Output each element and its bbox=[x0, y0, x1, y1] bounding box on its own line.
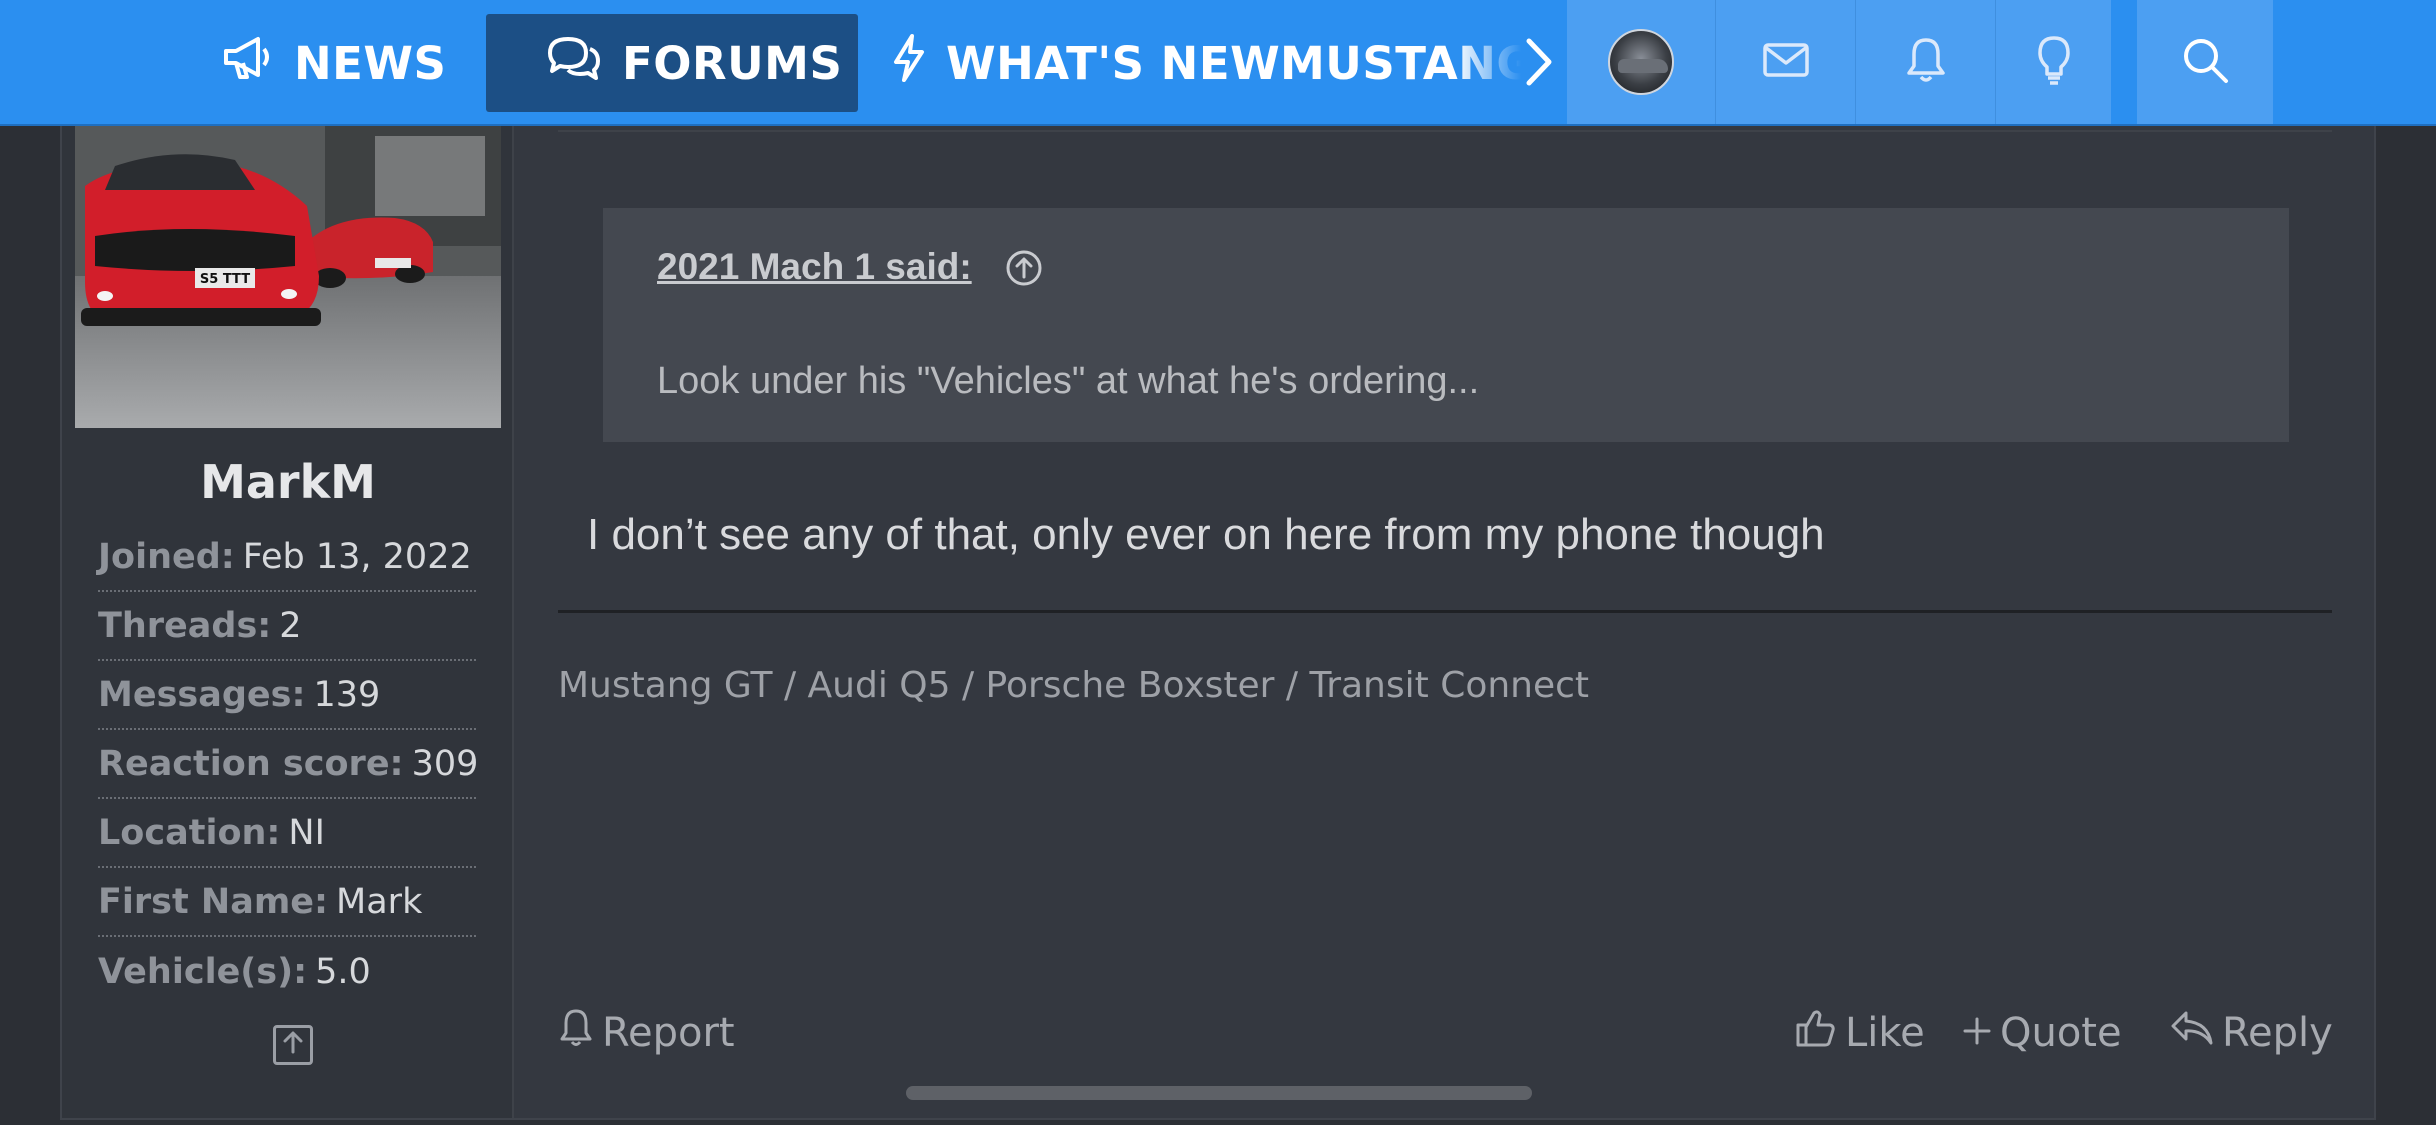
search-icon bbox=[2180, 35, 2230, 89]
arrow-up-circle-icon[interactable] bbox=[1005, 249, 1043, 287]
username[interactable]: MarkM bbox=[62, 455, 514, 509]
user-stat-threads: Threads: 2 bbox=[98, 592, 476, 661]
svg-text:S5 TTT: S5 TTT bbox=[200, 272, 250, 287]
home-indicator[interactable] bbox=[906, 1086, 1532, 1100]
reply-button[interactable]: Reply bbox=[2170, 1005, 2333, 1061]
quote-label: Quote bbox=[2000, 1010, 2122, 1056]
user-stat-first-name: First Name: Mark bbox=[98, 868, 476, 937]
user-stat-vehicles: Vehicle(s): 5.0 bbox=[98, 951, 371, 992]
reply-icon bbox=[2170, 1009, 2222, 1057]
nav-tab-label: WHAT'S NEW bbox=[946, 36, 1281, 90]
collapse-user-extras-button[interactable] bbox=[273, 1025, 313, 1065]
signature: Mustang GT / Audi Q5 / Porsche Boxster /… bbox=[558, 665, 1590, 706]
user-stat-joined: Joined: Feb 13, 2022 bbox=[98, 523, 476, 592]
envelope-icon bbox=[1762, 42, 1810, 82]
nav-tab-label: NEWS bbox=[294, 36, 447, 90]
nav-tab-forums[interactable]: FORUMS bbox=[486, 14, 859, 112]
message-top-divider bbox=[558, 130, 2332, 132]
search-button[interactable] bbox=[2137, 0, 2273, 124]
quote-button[interactable]: Quote bbox=[1962, 1005, 2122, 1061]
report-button[interactable]: Report bbox=[558, 1005, 735, 1061]
avatar bbox=[1608, 29, 1674, 95]
account-button[interactable] bbox=[1567, 0, 1715, 124]
like-label: Like bbox=[1845, 1010, 1925, 1056]
quote-block bbox=[603, 208, 2289, 442]
report-label: Report bbox=[602, 1010, 735, 1056]
signature-divider bbox=[558, 610, 2332, 613]
megaphone-icon bbox=[222, 35, 294, 92]
plus-icon bbox=[1962, 1010, 2000, 1056]
reply-label: Reply bbox=[2222, 1010, 2333, 1056]
chat-bubbles-icon bbox=[546, 35, 622, 92]
nav-tab-whats-new[interactable]: WHAT'S NEW bbox=[890, 14, 1280, 112]
nav-tab-label: FORUMS bbox=[622, 36, 843, 90]
user-avatar-photo[interactable]: S5 TTT bbox=[75, 126, 501, 428]
inbox-button[interactable] bbox=[1715, 0, 1855, 124]
arrow-up-icon bbox=[281, 1030, 305, 1060]
bell-icon bbox=[1905, 36, 1947, 88]
chevron-right-icon[interactable] bbox=[1508, 28, 1568, 96]
user-stat-messages: Messages: 139 bbox=[98, 661, 476, 730]
message-body: I don’t see any of that, only ever on he… bbox=[587, 510, 1825, 559]
quote-text: Look under his "Vehicles" at what he's o… bbox=[657, 360, 1480, 402]
top-navigation-bar: NEWS FORUMS WHAT'S NEW MUSTANG7 bbox=[0, 0, 2436, 124]
user-stat-reaction-score: Reaction score: 309 bbox=[98, 730, 478, 799]
user-stat-location: Location: NI bbox=[98, 799, 476, 868]
quote-author-link[interactable]: 2021 Mach 1 said: bbox=[657, 246, 972, 288]
whats-new-ideas-button[interactable] bbox=[1995, 0, 2111, 124]
alerts-button[interactable] bbox=[1855, 0, 1995, 124]
bell-icon bbox=[558, 1008, 602, 1058]
like-button[interactable]: Like bbox=[1795, 1005, 1925, 1061]
lightning-icon bbox=[890, 33, 946, 94]
lightbulb-icon bbox=[2036, 34, 2072, 90]
nav-tab-news[interactable]: NEWS bbox=[222, 14, 446, 112]
thumbs-up-icon bbox=[1795, 1007, 1845, 1059]
